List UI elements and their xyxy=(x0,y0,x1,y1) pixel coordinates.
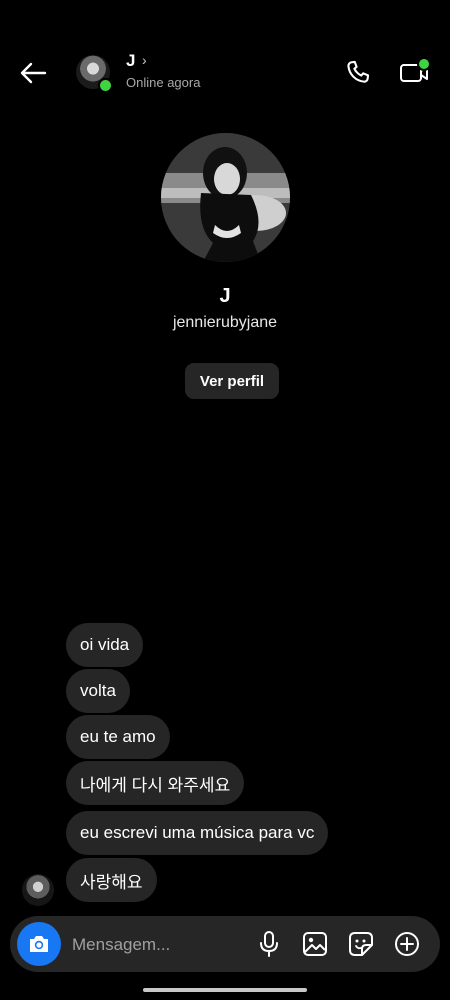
phone-icon xyxy=(347,60,370,83)
gallery-button[interactable] xyxy=(299,928,331,960)
message-bubble[interactable]: oi vida xyxy=(66,623,144,667)
chat-header: J › Online agora xyxy=(0,0,450,150)
message-bubble[interactable]: 사랑해요 xyxy=(66,858,157,902)
plus-circle-icon xyxy=(395,932,419,956)
online-status-dot xyxy=(98,78,113,93)
chat-screen: J › Online agora J jennierubyjane Ver pe… xyxy=(0,0,450,1000)
profile-display-name: J xyxy=(219,285,231,307)
voice-call-button[interactable] xyxy=(342,57,374,89)
camera-button[interactable] xyxy=(17,922,61,966)
message-composer xyxy=(10,916,440,972)
chevron-right-icon: › xyxy=(142,52,147,68)
image-icon xyxy=(303,932,327,956)
message-bubble[interactable]: eu te amo xyxy=(66,715,170,759)
message-input[interactable] xyxy=(70,930,254,960)
camera-icon xyxy=(30,936,48,952)
microphone-icon xyxy=(260,931,278,957)
header-contact-name[interactable]: J xyxy=(126,51,135,71)
voice-message-button[interactable] xyxy=(253,928,285,960)
sticker-icon xyxy=(349,932,373,956)
message-bubble[interactable]: eu escrevi uma música para vc xyxy=(66,811,329,855)
more-options-button[interactable] xyxy=(391,928,423,960)
profile-username: jennierubyjane xyxy=(172,314,278,331)
video-active-dot xyxy=(417,57,431,71)
message-bubble[interactable]: 나에게 다시 와주세요 xyxy=(66,761,245,805)
profile-photo[interactable] xyxy=(161,133,290,262)
arrow-left-icon xyxy=(20,62,47,84)
sender-avatar[interactable] xyxy=(22,874,54,906)
message-bubble[interactable]: volta xyxy=(66,669,130,713)
profile-portrait-image xyxy=(161,133,290,262)
header-online-status: Online agora xyxy=(126,75,201,90)
back-button[interactable] xyxy=(16,56,50,90)
sticker-button[interactable] xyxy=(345,928,377,960)
view-profile-button[interactable]: Ver perfil xyxy=(185,363,279,399)
home-indicator[interactable] xyxy=(143,988,307,992)
